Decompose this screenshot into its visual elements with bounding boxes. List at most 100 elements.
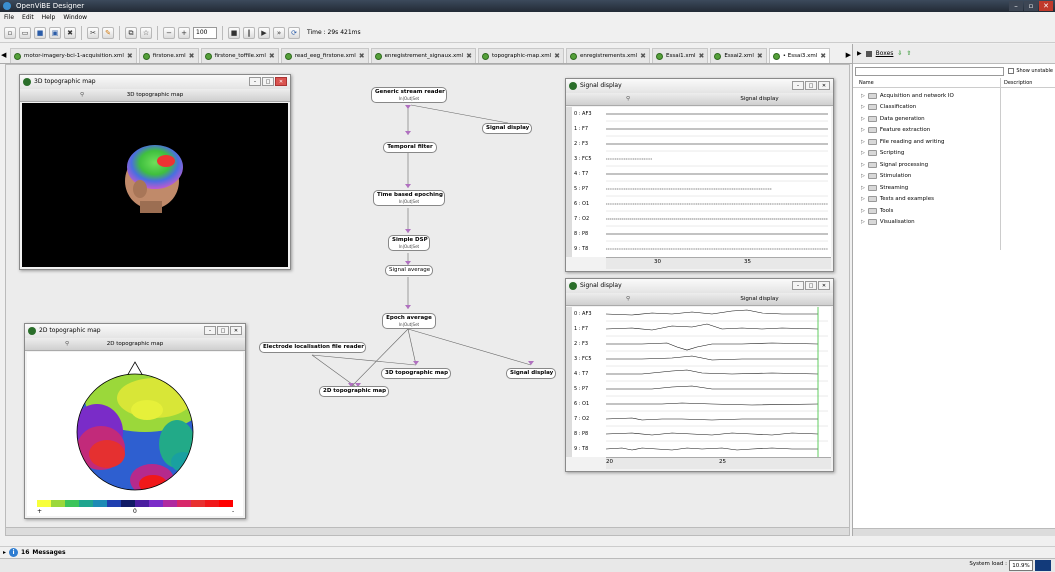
category-item[interactable]: ▷ Visualisation [853,217,1000,229]
box-generic-stream-reader[interactable]: Generic stream reader In|Out|Set [371,87,447,103]
panel-horizontal-scrollbar[interactable] [853,528,1055,536]
maximize-button[interactable]: ▫ [1024,1,1038,11]
tab-close-icon[interactable]: ✖ [466,52,472,60]
expand-icon[interactable]: ▷ [861,93,865,99]
window-2d-topographic-map[interactable]: 2D topographic map – □ ✕ ⚲ 2D topographic m… [24,323,246,519]
tab-scenario[interactable]: firstone.xml ✖ [138,48,199,63]
minimize-button[interactable]: – [204,326,216,335]
close-button[interactable]: ✕ [275,77,287,86]
menu-window[interactable]: Window [63,12,87,23]
minimize-button[interactable]: – [792,81,804,90]
expand-icon[interactable]: ▷ [861,116,865,122]
window-title-bar[interactable]: Signal display – □ ✕ [566,79,833,93]
expand-icon[interactable]: ▷ [861,162,865,168]
box-2d-topographic-map[interactable]: 2D topographic map [319,386,389,397]
signal-plot-area[interactable]: 0 : AF3 1 : F7 2 : F3 3 : FC5 4 : T7 5 :… [572,107,831,257]
category-item[interactable]: ▷ Tests and examples [853,194,1000,206]
close-button[interactable]: ✕ [230,326,242,335]
category-item[interactable]: ▷ Stimulation [853,171,1000,183]
refresh-icon[interactable]: ⟳ [288,26,300,39]
box-signal-display[interactable]: Signal display [482,123,532,134]
maximize-button[interactable]: □ [805,81,817,90]
box-signal-average[interactable]: Signal average [385,265,433,276]
copy-icon[interactable]: ⧉ [125,26,137,39]
box-simple-dsp[interactable]: Simple DSP In|Out|Set [388,235,430,251]
menu-help[interactable]: Help [42,12,56,23]
window-3d-topographic-map[interactable]: 3D topographic map – □ ✕ ⚲ 3D topographic m… [19,74,291,270]
column-description[interactable]: Description [1001,78,1032,87]
tab-scenario-active[interactable]: • Essai3.xml ✖ [768,48,831,63]
tab-close-icon[interactable]: ✖ [269,52,275,60]
box-signal-display[interactable]: Signal display [506,368,556,379]
tab-scenario[interactable]: enregistrements.xml ✖ [566,48,650,63]
play-icon[interactable]: ▶ [258,26,270,39]
minimize-button[interactable]: – [792,281,804,290]
box-3d-topographic-map[interactable]: 3D topographic map [381,368,451,379]
expand-icon[interactable]: ▷ [861,219,865,225]
remove-box-icon[interactable]: ⇧ [906,50,911,57]
forward-icon[interactable]: » [273,26,285,39]
category-item[interactable]: ▷ Signal processing [853,159,1000,171]
box-epoch-average[interactable]: Epoch average In|Out|Set [382,313,436,329]
add-box-icon[interactable]: ⇩ [897,50,902,57]
tab-scenario[interactable]: Essai2.xml ✖ [710,48,767,63]
tab-close-icon[interactable]: ✖ [820,52,826,60]
show-unstable-checkbox[interactable]: Show unstable [1008,68,1053,74]
2d-map-view[interactable]: + 0 - [27,352,243,516]
category-item[interactable]: ▷ Streaming [853,182,1000,194]
signal-plot-area[interactable]: 0 : AF3 1 : F7 2 : F3 3 : FC5 4 : T7 5 :… [572,307,831,457]
category-item[interactable]: ▷ Classification [853,102,1000,114]
category-item[interactable]: ▷ Tools [853,205,1000,217]
close-window-button[interactable]: ✕ [1039,1,1053,11]
box-temporal-filter[interactable]: Temporal filter [383,142,437,153]
tab-close-icon[interactable]: ✖ [699,52,705,60]
close-button[interactable]: ✕ [818,81,830,90]
window-title-bar[interactable]: 3D topographic map – □ ✕ [20,75,290,89]
window-title-bar[interactable]: Signal display – □ ✕ [566,279,833,293]
save-icon[interactable]: ■ [34,26,46,39]
tab-scroll-right-icon[interactable]: ▶ [846,51,851,59]
category-item[interactable]: ▷ Acquisition and network IO [853,90,1000,102]
expand-icon[interactable]: ▷ [861,185,865,191]
expand-icon[interactable]: ▷ [861,173,865,179]
tab-scenario[interactable]: read_eeg_firstone.xml ✖ [280,48,369,63]
category-item[interactable]: ▷ Scripting [853,148,1000,160]
menu-file[interactable]: File [4,12,14,23]
maximize-button[interactable]: □ [217,326,229,335]
window-signal-display-1[interactable]: Signal display – □ ✕ ⚲ Signal display 0 : A… [565,78,834,272]
cut-icon[interactable]: ✂ [87,26,99,39]
box-electrode-localisation-reader[interactable]: Electrode localisation file reader [259,342,366,353]
menu-edit[interactable]: Edit [22,12,34,23]
new-icon[interactable]: ▫ [4,26,16,39]
canvas-horizontal-scrollbar[interactable] [6,527,849,535]
category-item[interactable]: ▷ Data generation [853,113,1000,125]
tab-close-icon[interactable]: ✖ [640,52,646,60]
tab-scenario[interactable]: firstone_toffile.xml ✖ [200,48,279,63]
paste-icon[interactable]: ☆ [140,26,152,39]
close-icon[interactable]: ✖ [64,26,76,39]
tab-scenario[interactable]: enregistrement_signaux.xml ✖ [370,48,477,63]
window-title-bar[interactable]: 2D topographic map – □ ✕ [25,324,245,338]
expand-icon[interactable]: ▷ [861,139,865,145]
expand-icon[interactable]: ▷ [861,150,865,156]
3d-view[interactable] [22,103,288,267]
expand-icon[interactable]: ▷ [861,104,865,110]
stop-icon[interactable]: ■ [228,26,240,39]
tab-close-icon[interactable]: ✖ [359,52,365,60]
expand-messages-icon[interactable]: ▸ [3,549,6,556]
pause-icon[interactable]: ‖ [243,26,255,39]
zoom-icon[interactable]: ⚲ [626,293,630,306]
box-time-based-epoching[interactable]: Time based epoching In|Out|Set [373,190,445,206]
tab-scenario[interactable]: Essai1.xml ✖ [652,48,709,63]
expand-icon[interactable]: ▷ [861,208,865,214]
zoom-icon[interactable]: ⚲ [626,93,630,106]
window-signal-display-2[interactable]: Signal display – □ ✕ ⚲ Signal display 0 : A… [565,278,834,472]
minimize-button[interactable]: – [1009,1,1023,11]
panel-scroll-icon[interactable]: ▶ [857,50,862,57]
tab-close-icon[interactable]: ✖ [554,52,560,60]
expand-icon[interactable]: ▷ [861,127,865,133]
tab-scenario[interactable]: motor-imagery-bci-1-acquisition.xml ✖ [10,48,137,63]
tab-close-icon[interactable]: ✖ [127,52,133,60]
maximize-button[interactable]: □ [805,281,817,290]
boxes-tab[interactable]: ▶ Boxes ⇩ ⇧ [853,44,1055,64]
